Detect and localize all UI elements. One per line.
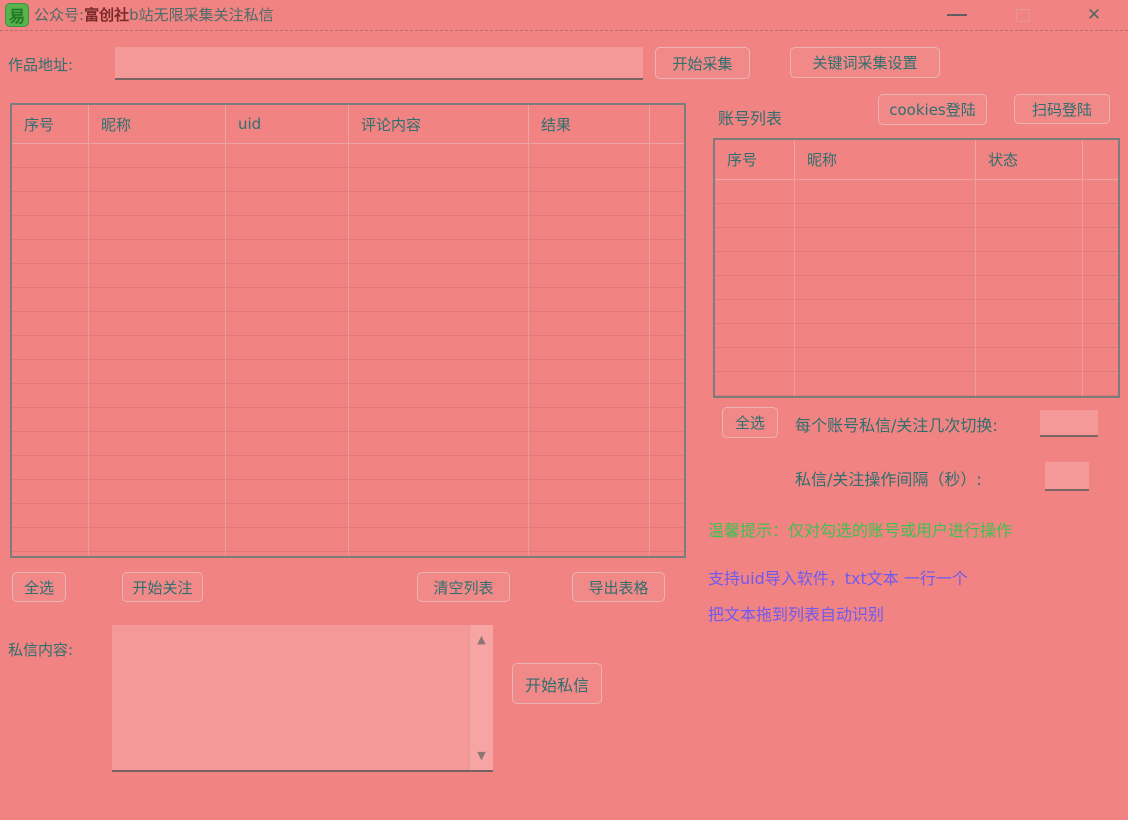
column-header-comment: 评论内容: [349, 105, 529, 143]
title-brand: 富创社: [84, 6, 129, 24]
dm-scrollbar[interactable]: ▲ ▼: [469, 625, 493, 770]
account-table-body[interactable]: [715, 180, 1118, 396]
keyword-collect-settings-button[interactable]: 关键词采集设置: [790, 47, 940, 78]
select-all-button[interactable]: 全选: [12, 572, 66, 602]
title-suffix: b站无限采集关注私信: [129, 6, 274, 24]
column-header-index: 序号: [12, 105, 89, 143]
switch-count-label: 每个账号私信/关注几次切换:: [795, 412, 998, 436]
url-input[interactable]: [115, 47, 643, 80]
body-column: [226, 144, 349, 556]
column-header-extra: [1083, 140, 1118, 179]
titlebar: 易 公众号:富创社b站无限采集关注私信 ✕: [0, 0, 1128, 30]
export-table-button[interactable]: 导出表格: [572, 572, 665, 602]
body-column: [349, 144, 529, 556]
minimize-icon: [947, 14, 967, 16]
titlebar-separator: [0, 30, 1128, 31]
body-column: [795, 180, 976, 396]
column-header-result: 结果: [529, 105, 650, 143]
clear-list-button[interactable]: 清空列表: [417, 572, 510, 602]
column-header-uid: uid: [226, 105, 349, 143]
qr-code-login-button[interactable]: 扫码登陆: [1014, 94, 1110, 124]
dm-content-textarea[interactable]: [112, 625, 469, 770]
column-header-index: 序号: [715, 140, 795, 179]
close-icon: ✕: [1087, 7, 1101, 24]
url-label: 作品地址:: [8, 54, 73, 75]
column-header-status: 状态: [976, 140, 1083, 179]
start-dm-button[interactable]: 开始私信: [512, 663, 602, 704]
account-list-title: 账号列表: [718, 105, 782, 129]
body-column: [715, 180, 795, 396]
drag-hint-text: 把文本拖到列表自动识别: [708, 601, 884, 625]
close-button[interactable]: ✕: [1072, 0, 1116, 30]
warm-tip-text: 温馨提示：仅对勾选的账号或用户进行操作: [708, 517, 1012, 541]
maximize-icon: [1016, 9, 1030, 22]
column-header-extra: [650, 105, 684, 143]
dm-content-label: 私信内容:: [8, 639, 73, 660]
switch-count-input[interactable]: [1040, 410, 1098, 437]
title-prefix: 公众号:: [34, 6, 84, 24]
comment-table-body[interactable]: [12, 144, 684, 556]
start-collect-button[interactable]: 开始采集: [655, 47, 750, 79]
dm-content-box: ▲ ▼: [112, 625, 493, 772]
body-column: [650, 144, 684, 556]
start-follow-button[interactable]: 开始关注: [122, 572, 203, 602]
comment-table[interactable]: 序号 昵称 uid 评论内容 结果: [10, 103, 686, 558]
body-column: [89, 144, 226, 556]
body-column: [1083, 180, 1118, 396]
interval-input[interactable]: [1045, 462, 1089, 491]
account-table[interactable]: 序号 昵称 状态: [713, 138, 1120, 398]
maximize-button[interactable]: [1001, 0, 1045, 30]
column-header-nickname: 昵称: [795, 140, 976, 179]
body-column: [976, 180, 1083, 396]
scroll-up-icon[interactable]: ▲: [470, 633, 493, 646]
uid-import-hint-text: 支持uid导入软件，txt文本 一行一个: [708, 565, 968, 589]
interval-label: 私信/关注操作间隔（秒）:: [795, 466, 982, 490]
column-header-nickname: 昵称: [89, 105, 226, 143]
scroll-down-icon[interactable]: ▼: [470, 749, 493, 762]
account-table-header: 序号 昵称 状态: [715, 140, 1118, 180]
account-select-all-button[interactable]: 全选: [722, 407, 778, 438]
app-icon: 易: [5, 3, 29, 27]
minimize-button[interactable]: [935, 0, 979, 30]
body-column: [529, 144, 650, 556]
cookies-login-button[interactable]: cookies登陆: [878, 94, 987, 125]
app-window: 易 公众号:富创社b站无限采集关注私信 ✕ 作品地址: 开始采集 关键词采集设置…: [0, 0, 1128, 820]
body-column: [12, 144, 89, 556]
comment-table-header: 序号 昵称 uid 评论内容 结果: [12, 105, 684, 144]
window-title: 公众号:富创社b站无限采集关注私信: [34, 0, 274, 30]
